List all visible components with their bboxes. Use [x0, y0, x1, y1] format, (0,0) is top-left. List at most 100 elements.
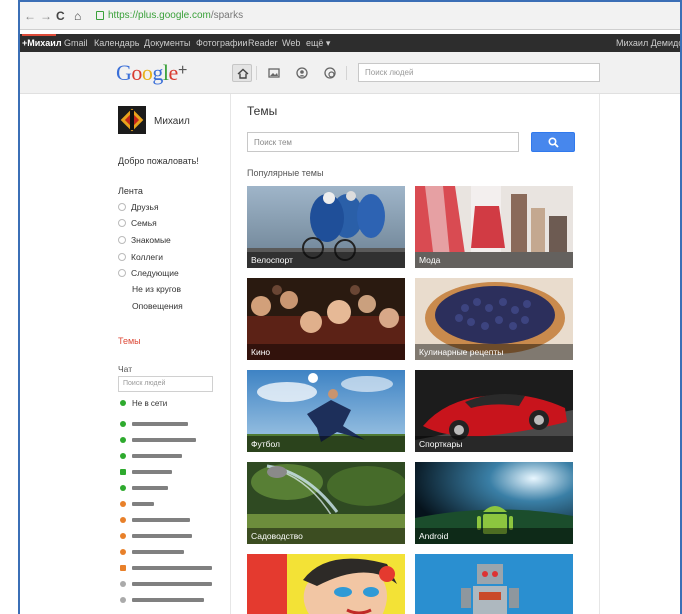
- circle-item-following[interactable]: Следующие: [118, 268, 179, 278]
- topic-tile-cycling[interactable]: Велоспорт: [247, 186, 405, 268]
- chat-contact[interactable]: [120, 548, 220, 556]
- topic-tile-robots[interactable]: [415, 554, 573, 614]
- url-scheme: https://: [108, 10, 139, 21]
- chat-contact[interactable]: [120, 452, 220, 460]
- url-field[interactable]: https://plus.google.com/sparks: [108, 10, 243, 21]
- status-dot: [120, 453, 126, 459]
- circle-item-friends[interactable]: Друзья: [118, 202, 159, 212]
- address-bar: ← → C ⌂ https://plus.google.com/sparks: [20, 2, 680, 30]
- tile-caption-bar: [247, 344, 405, 360]
- profile-icon: [296, 67, 308, 79]
- topic-tile-recipes[interactable]: Кулинарные рецепты: [415, 278, 573, 360]
- blurred-name: [132, 534, 192, 538]
- robots-image: [415, 554, 573, 614]
- incoming-link[interactable]: Не из кругов: [132, 284, 181, 294]
- blurred-name: [132, 566, 212, 570]
- chat-contact[interactable]: [120, 436, 220, 444]
- profile-tab[interactable]: [292, 64, 312, 82]
- topic-tile-football[interactable]: Футбол: [247, 370, 405, 452]
- chat-contact[interactable]: [120, 420, 220, 428]
- chat-contact[interactable]: Не в сети: [120, 399, 220, 408]
- circle-icon: [118, 253, 126, 261]
- people-search-input[interactable]: Поиск людей: [358, 63, 600, 82]
- house-icon: [237, 68, 249, 79]
- status-dot: [120, 597, 126, 603]
- home-tab[interactable]: [232, 64, 252, 82]
- logo-letter: o: [131, 60, 142, 85]
- gbar-web[interactable]: Web: [282, 38, 300, 48]
- chat-contact[interactable]: [120, 596, 220, 604]
- search-button[interactable]: [531, 132, 575, 152]
- forward-icon[interactable]: →: [40, 10, 52, 22]
- gbar-calendar[interactable]: Календарь: [94, 38, 139, 48]
- notifications-link[interactable]: Оповещения: [132, 301, 183, 311]
- chat-search-input[interactable]: Поиск людей: [118, 376, 213, 392]
- blurred-name: [132, 470, 172, 474]
- logo-letter: g: [152, 60, 163, 85]
- blurred-name: [132, 582, 212, 586]
- chat-contact[interactable]: [120, 532, 220, 540]
- circle-label: Друзья: [131, 202, 159, 212]
- profile-name[interactable]: Михаил: [154, 116, 190, 127]
- google-bar: +Михаил Gmail Календарь Документы Фотогр…: [20, 34, 680, 52]
- topic-tile-comics[interactable]: [247, 554, 405, 614]
- gbar-reader[interactable]: Reader: [248, 38, 278, 48]
- tile-label: Android: [419, 531, 449, 541]
- topic-tile-android[interactable]: Android: [415, 462, 573, 544]
- topic-tile-sportcars[interactable]: Спорткары: [415, 370, 573, 452]
- gbar-active-indicator: [22, 34, 56, 36]
- url-path: /sparks: [210, 10, 244, 21]
- logo-letter: G: [116, 60, 132, 85]
- blurred-name: [132, 598, 204, 602]
- google-logo[interactable]: Google: [116, 60, 178, 86]
- circles-icon: [324, 67, 336, 79]
- chat-contact[interactable]: [120, 516, 220, 524]
- gbar-user-name[interactable]: Михаил Демидов: [616, 38, 680, 48]
- tile-label: Велоспорт: [251, 255, 293, 265]
- status-dot: [120, 501, 126, 507]
- circle-label: Знакомые: [131, 235, 171, 245]
- circle-icon: [118, 203, 126, 211]
- photos-tab[interactable]: [264, 64, 284, 82]
- topic-tile-gardening[interactable]: Садоводство: [247, 462, 405, 544]
- status-dot: [120, 533, 126, 539]
- back-icon[interactable]: ←: [24, 10, 36, 22]
- tile-label: Кино: [251, 347, 271, 357]
- avatar[interactable]: [118, 106, 146, 134]
- themes-link[interactable]: Темы: [118, 336, 141, 346]
- home-icon[interactable]: ⌂: [74, 10, 81, 22]
- chat-contact[interactable]: [120, 564, 220, 572]
- status-dot: [120, 400, 126, 406]
- gbar-photos[interactable]: Фотографии: [196, 38, 247, 48]
- topic-tile-cinema[interactable]: Кино: [247, 278, 405, 360]
- lock-icon: [96, 11, 104, 20]
- chat-contact[interactable]: [120, 580, 220, 588]
- photo-icon: [268, 68, 280, 78]
- status-dot: [120, 437, 126, 443]
- chat-contact[interactable]: [120, 484, 220, 492]
- tile-label: Садоводство: [251, 531, 303, 541]
- circle-item-acquaintances[interactable]: Знакомые: [118, 235, 171, 245]
- gbar-gmail[interactable]: Gmail: [64, 38, 88, 48]
- status-dot: [120, 485, 126, 491]
- gbar-plus-user[interactable]: +Михаил: [22, 38, 62, 48]
- blurred-name: [132, 518, 190, 522]
- stream-heading[interactable]: Лента: [118, 186, 143, 196]
- chat-contact[interactable]: [120, 500, 220, 508]
- gbar-more[interactable]: ещё ▾: [306, 38, 330, 49]
- chat-contact[interactable]: [120, 468, 220, 476]
- topic-tile-fashion[interactable]: Мода: [415, 186, 573, 268]
- tile-label: Мода: [419, 255, 441, 265]
- circle-icon: [118, 269, 126, 277]
- topic-search-input[interactable]: Поиск тем: [247, 132, 519, 152]
- welcome-text[interactable]: Добро пожаловать!: [118, 156, 199, 166]
- url-host: plus.google.com: [138, 10, 211, 21]
- circle-label: Следующие: [131, 268, 179, 278]
- circles-tab[interactable]: [320, 64, 340, 82]
- main-content: Темы Поиск тем Популярные темы Велоспорт: [230, 94, 600, 614]
- gbar-docs[interactable]: Документы: [144, 38, 190, 48]
- reload-icon[interactable]: C: [56, 10, 65, 22]
- circle-item-family[interactable]: Семья: [118, 218, 157, 228]
- circle-item-colleagues[interactable]: Коллеги: [118, 252, 163, 262]
- header-divider: [256, 66, 257, 80]
